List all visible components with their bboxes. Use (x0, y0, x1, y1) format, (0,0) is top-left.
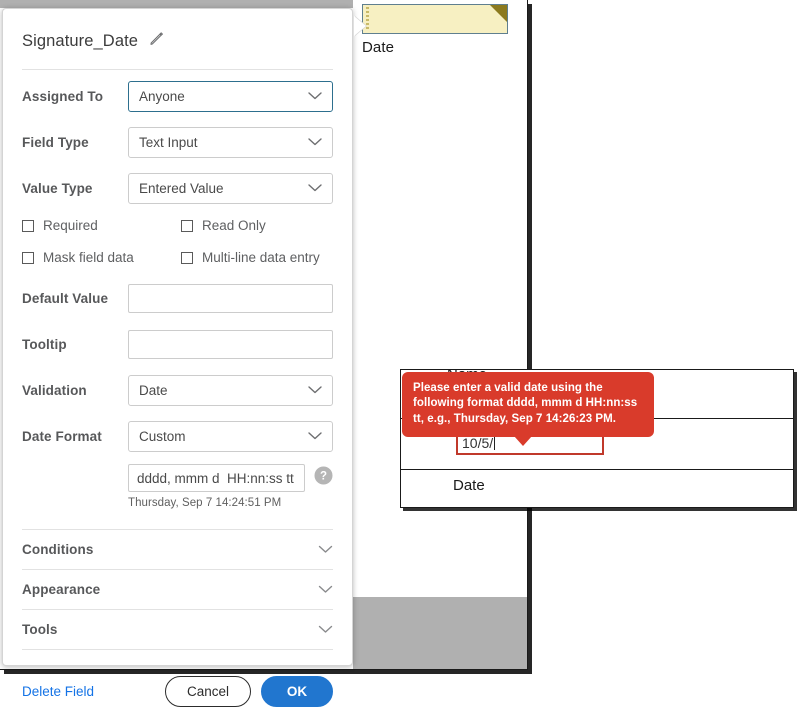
accordion-sections: Conditions Appearance Tools (22, 529, 333, 650)
row-custom-format: dddd, mmm d HH:nn:ss tt ? (22, 464, 333, 492)
select-validation-value: Date (139, 382, 168, 398)
custom-format-preview: Thursday, Sep 7 14:24:51 PM (128, 497, 282, 509)
page-title: Signature_Date (22, 31, 139, 50)
accordion-appearance-label: Appearance (22, 582, 101, 597)
text-caret (494, 435, 496, 450)
row-default-value: Default Value (22, 278, 333, 318)
ok-button[interactable]: OK (261, 676, 333, 707)
custom-format-input[interactable]: dddd, mmm d HH:nn:ss tt (128, 464, 305, 492)
divider (22, 69, 333, 70)
form-field-corner-marker-icon (490, 5, 507, 22)
accordion-tools-label: Tools (22, 622, 58, 637)
accordion-conditions[interactable]: Conditions (22, 529, 333, 569)
label-field-type: Field Type (22, 134, 89, 150)
row-field-type: Field Type Text Input (22, 122, 333, 162)
label-default-value: Default Value (22, 290, 109, 306)
chevron-down-icon (308, 89, 322, 104)
validation-error-tooltip: Please enter a valid date using the foll… (402, 372, 654, 446)
row-date-format: Date Format Custom (22, 416, 333, 456)
checkbox-read-only[interactable]: Read Only (181, 218, 266, 233)
date-input-value: 10/5/ (462, 434, 494, 451)
select-validation[interactable]: Date (128, 374, 333, 406)
default-value-input[interactable] (128, 283, 333, 313)
select-assigned-to-value: Anyone (139, 88, 185, 104)
label-tooltip: Tooltip (22, 336, 67, 352)
dialog-pointer-arrow-icon (354, 16, 366, 36)
footer-button-group: Cancel OK (165, 676, 333, 707)
chevron-down-icon (308, 135, 322, 150)
tooltip-input[interactable] (128, 329, 333, 359)
validation-error-message: Please enter a valid date using the foll… (413, 382, 638, 425)
dialog-footer: Delete Field Cancel OK (22, 676, 333, 707)
select-value-type[interactable]: Entered Value (128, 172, 333, 204)
checkbox-multi-line-data-entry[interactable]: Multi-line data entry (181, 250, 320, 265)
field-properties-dialog: Signature_Date Assigned To Anyone Field … (2, 8, 366, 707)
checkbox-icon (181, 219, 193, 232)
tooltip-arrow-icon (514, 435, 532, 446)
select-field-type[interactable]: Text Input (128, 126, 333, 158)
checkbox-required[interactable]: Required (22, 218, 181, 233)
custom-format-value: dddd, mmm d HH:nn:ss tt (137, 470, 294, 486)
accordion-appearance[interactable]: Appearance (22, 569, 333, 609)
row-value-type: Value Type Entered Value (22, 168, 333, 208)
select-field-type-value: Text Input (139, 134, 198, 150)
row-validation: Validation Date (22, 370, 333, 410)
highlighted-form-field-group: Date (362, 4, 510, 56)
label-value-type: Value Type (22, 180, 93, 196)
delete-field-link[interactable]: Delete Field (22, 684, 94, 699)
pencil-icon[interactable] (148, 30, 165, 52)
checkbox-icon (22, 219, 34, 232)
document-canvas: Date Name 10/5/ Date Please enter a vali… (0, 0, 798, 707)
row-assigned-to: Assigned To Anyone (22, 76, 333, 116)
chevron-down-icon (318, 581, 333, 599)
page-top-chrome (0, 0, 353, 8)
label-assigned-to: Assigned To (22, 88, 104, 104)
label-date-format: Date Format (22, 428, 102, 444)
select-assigned-to[interactable]: Anyone (128, 80, 333, 112)
date-form-field[interactable] (362, 4, 508, 34)
page-gray-region (353, 597, 527, 669)
question-mark-icon[interactable]: ? (314, 466, 333, 490)
preview-row-date-label: Date (401, 469, 793, 507)
chevron-down-icon (308, 429, 322, 444)
label-validation: Validation (22, 382, 87, 398)
preview-date-label: Date (453, 477, 485, 494)
dialog-header: Signature_Date (22, 9, 333, 69)
select-date-format[interactable]: Custom (128, 420, 333, 452)
accordion-conditions-label: Conditions (22, 542, 94, 557)
checkbox-required-label: Required (43, 218, 98, 233)
checkbox-icon (22, 251, 34, 264)
cancel-button[interactable]: Cancel (165, 676, 251, 707)
date-form-field-label: Date (362, 39, 395, 56)
row-tooltip: Tooltip (22, 324, 333, 364)
checkbox-read-only-label: Read Only (202, 218, 266, 233)
accordion-tools[interactable]: Tools (22, 609, 333, 650)
checkbox-icon (181, 251, 193, 264)
select-date-format-value: Custom (139, 428, 186, 444)
svg-text:?: ? (320, 471, 327, 483)
checkbox-row-2: Mask field data Multi-line data entry (22, 243, 333, 272)
chevron-down-icon (318, 621, 333, 639)
select-value-type-value: Entered Value (139, 180, 224, 196)
chevron-down-icon (308, 181, 322, 196)
checkbox-multi-line-label: Multi-line data entry (202, 250, 320, 265)
checkbox-mask-field-data-label: Mask field data (43, 250, 134, 265)
chevron-down-icon (308, 383, 322, 398)
checkbox-mask-field-data[interactable]: Mask field data (22, 250, 181, 265)
checkbox-row-1: Required Read Only (22, 211, 333, 240)
chevron-down-icon (318, 541, 333, 559)
